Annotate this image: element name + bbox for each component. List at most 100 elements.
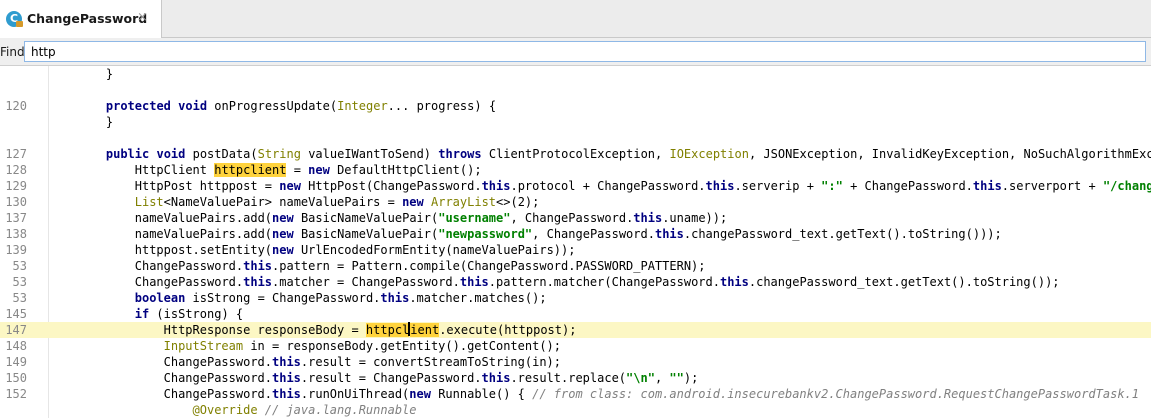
line-number: 130 <box>5 195 27 209</box>
code-token: , ChangePassword. <box>532 227 655 241</box>
code-line[interactable]: 127 public void postData(String valueIWan… <box>0 146 1151 162</box>
keyword-token: new <box>272 211 294 225</box>
code-token: .result = ChangePassword. <box>300 371 482 385</box>
find-input[interactable] <box>24 41 1146 62</box>
code-line[interactable]: 130 List<NameValuePair> nameValuePairs = … <box>0 194 1151 210</box>
code-token: , <box>654 371 670 385</box>
code-line[interactable]: 120 protected void onProgressUpdate(Integ… <box>0 98 1151 114</box>
current-code-line[interactable]: 147 HttpResponse responseBody = httpclien… <box>0 322 1151 338</box>
code-line[interactable]: 148 InputStream in = responseBody.getEnti… <box>0 338 1151 354</box>
code-token: onProgressUpdate( <box>207 99 338 113</box>
code-token: , ChangePassword. <box>510 211 634 225</box>
close-icon[interactable]: × <box>137 10 148 25</box>
code-text: HttpPost httppost = new HttpPost(ChangeP… <box>135 178 1151 194</box>
code-text: ChangePassword.this.runOnUiThread(new Ru… <box>164 386 1139 402</box>
code-token: ChangePassword. <box>163 387 272 401</box>
code-line[interactable]: 137 nameValuePairs.add(new BasicNameValue… <box>0 210 1151 226</box>
code-line[interactable]: 152 ChangePassword.this.runOnUiThread(new… <box>0 386 1151 402</box>
code-line[interactable] <box>0 82 1151 98</box>
code-token: .changePassword_text.getText().toString(… <box>748 275 1060 289</box>
code-token: } <box>105 115 114 129</box>
code-token: .runOnUiThread( <box>300 387 410 401</box>
code-token: ... progress) { <box>387 99 497 113</box>
code-text: ChangePassword.this.matcher = ChangePass… <box>135 274 1060 290</box>
code-token: + ChangePassword. <box>842 179 973 193</box>
tab-changepassword[interactable]: C ChangePassword × <box>0 0 162 38</box>
code-token: ChangePassword. <box>134 275 244 289</box>
tab-title: ChangePassword <box>27 11 148 26</box>
code-token: <NameValuePair> nameValuePairs = <box>163 195 403 209</box>
keyword-token: this <box>272 387 301 401</box>
code-token: .serverip + <box>734 179 822 193</box>
code-token: BasicNameValuePair( <box>293 211 439 225</box>
code-line[interactable]: 53 ChangePassword.this.pattern = Pattern.… <box>0 258 1151 274</box>
code-token: } <box>105 67 114 81</box>
code-line[interactable]: 53 boolean isStrong = ChangePassword.this… <box>0 290 1151 306</box>
code-token: isStrong = ChangePassword. <box>185 291 381 305</box>
code-token: .pattern.matcher(ChangePassword. <box>488 275 720 289</box>
line-number: 145 <box>5 307 27 321</box>
code-text: ChangePassword.this.result = ChangePassw… <box>164 370 699 386</box>
code-line[interactable]: } <box>0 66 1151 82</box>
keyword-token: this <box>380 291 410 305</box>
code-text: protected void onProgressUpdate(Integer.… <box>106 98 496 114</box>
line-number: 147 <box>5 323 27 337</box>
code-token: HttpPost(ChangePassword. <box>300 179 482 193</box>
keyword-token: protected <box>105 99 171 113</box>
keyword-token: this <box>481 371 511 385</box>
line-number: 127 <box>5 147 27 161</box>
code-text: @Override // java.lang.Runnable <box>193 402 417 418</box>
code-line[interactable]: 138 nameValuePairs.add(new BasicNameValue… <box>0 226 1151 242</box>
code-line[interactable]: 129 HttpPost httppost = new HttpPost(Chan… <box>0 178 1151 194</box>
editor-tab-bar: C ChangePassword × <box>0 0 1151 38</box>
search-match-highlight: httpclient <box>214 163 287 177</box>
string-token: "\n" <box>626 371 655 385</box>
code-editor[interactable]: } 120 protected void onProgressUpdate(Inte… <box>0 66 1151 418</box>
code-token: ClientProtocolException, <box>481 147 670 161</box>
type-token: String <box>257 147 301 161</box>
code-token: UrlEncodedFormEntity(nameValuePairs)); <box>293 243 576 257</box>
code-token: .result = convertStreamToString(in); <box>300 355 561 369</box>
type-token: ArrayList <box>431 195 497 209</box>
line-number: 53 <box>12 259 27 273</box>
line-number: 128 <box>5 163 27 177</box>
string-token: "" <box>669 371 684 385</box>
type-token: Integer <box>337 99 388 113</box>
code-line[interactable]: @Override // java.lang.Runnable <box>0 402 1151 418</box>
code-token: .pattern = Pattern.compile(ChangePasswor… <box>272 259 706 273</box>
code-token: .result.replace( <box>510 371 627 385</box>
string-token: "newpassword" <box>438 227 533 241</box>
code-text: } <box>106 114 113 130</box>
code-text: public void postData(String valueIWantTo… <box>106 146 1151 162</box>
line-number: 53 <box>12 275 27 289</box>
code-line[interactable]: 53 ChangePassword.this.matcher = ChangePa… <box>0 274 1151 290</box>
code-token: HttpPost httppost = <box>134 179 280 193</box>
code-token: ChangePassword. <box>163 355 272 369</box>
keyword-token: new <box>402 195 424 209</box>
line-number: 53 <box>12 291 27 305</box>
line-number: 138 <box>5 227 27 241</box>
code-line[interactable]: 139 httppost.setEntity(new UrlEncodedForm… <box>0 242 1151 258</box>
keyword-token: new <box>279 179 301 193</box>
code-token: HttpClient <box>134 163 215 177</box>
code-line[interactable]: 145 if (isStrong) { <box>0 306 1151 322</box>
code-line[interactable]: } <box>0 114 1151 130</box>
code-token: valueIWantToSend) <box>300 147 439 161</box>
line-number: 148 <box>5 339 27 353</box>
code-line[interactable] <box>0 130 1151 146</box>
code-line[interactable]: 149 ChangePassword.this.result = convertS… <box>0 354 1151 370</box>
string-token: ":" <box>821 179 843 193</box>
keyword-token: if <box>134 307 150 321</box>
code-token: .execute(httppost); <box>439 323 577 337</box>
code-text: List<NameValuePair> nameValuePairs = new… <box>135 194 540 210</box>
keyword-token: throws <box>438 147 482 161</box>
keyword-token: void <box>156 147 186 161</box>
keyword-token: this <box>243 259 273 273</box>
code-token: = <box>286 163 309 177</box>
code-line[interactable]: 128 HttpClient httpclient = new DefaultHt… <box>0 162 1151 178</box>
code-token: HttpResponse responseBody = <box>163 323 366 337</box>
code-line[interactable]: 150 ChangePassword.this.result = ChangePa… <box>0 370 1151 386</box>
code-text: ChangePassword.this.result = convertStre… <box>164 354 561 370</box>
